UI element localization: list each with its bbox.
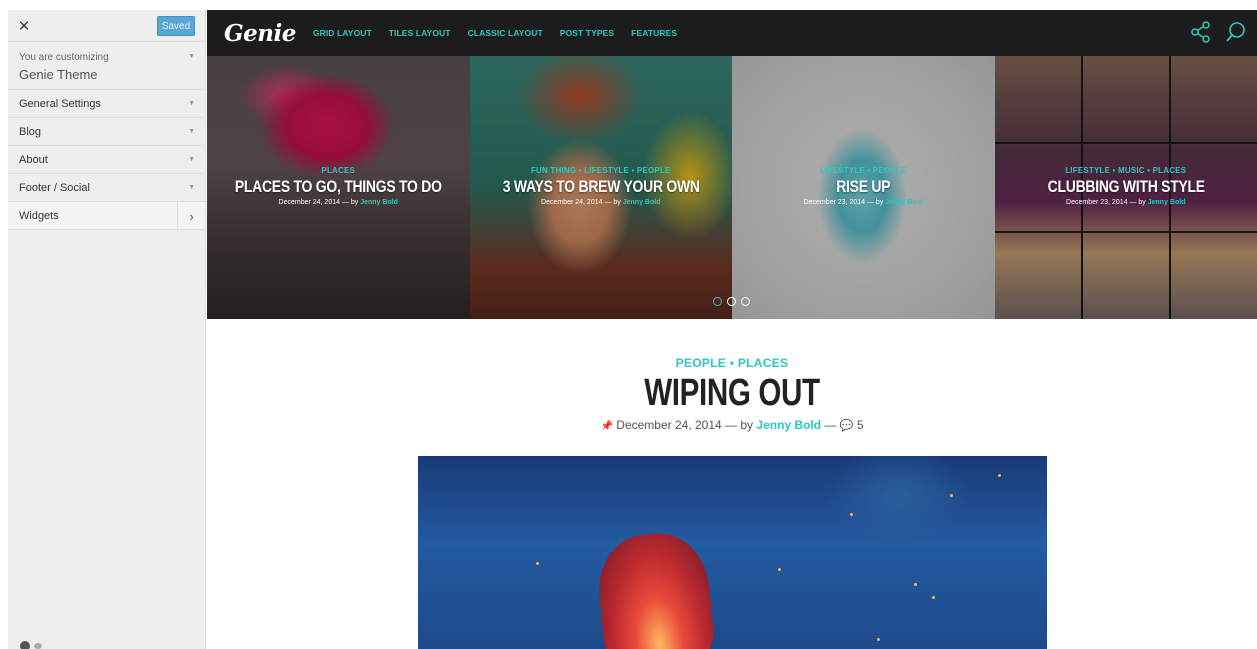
featured-slider[interactable]: PLACES PLACES TO GO, THINGS TO DO Decemb…: [207, 56, 1257, 319]
section-label: Widgets: [19, 209, 59, 222]
slide-category[interactable]: FUN THING • LIFESTYLE • PEOPLE: [470, 166, 733, 175]
site-logo[interactable]: Genie: [224, 20, 296, 47]
slide-category[interactable]: PLACES: [207, 166, 470, 175]
slider-dot[interactable]: [713, 297, 722, 306]
section-widgets[interactable]: Widgets ›: [8, 202, 205, 230]
lantern-shape: [593, 528, 717, 649]
section-label: Blog: [19, 125, 42, 138]
section-footer-social[interactable]: Footer / Social ▼: [8, 174, 205, 202]
customizing-info[interactable]: You are customizing Genie Theme ▼: [8, 42, 205, 90]
slide-item[interactable]: LIFESTYLE • MUSIC • PLACES CLUBBING WITH…: [994, 56, 1257, 319]
slide-date: December 23, 2014 — by: [1066, 199, 1146, 206]
slide-date: December 23, 2014 — by: [803, 199, 884, 206]
collapse-controls[interactable]: [20, 641, 42, 649]
header-icons: [1191, 21, 1247, 43]
customizing-label: You are customizing: [19, 52, 109, 63]
slide-title[interactable]: 3 WAYS TO BREW YOUR OWN: [493, 177, 708, 197]
slide-author[interactable]: Jenny Bold: [885, 199, 923, 206]
slide-author[interactable]: Jenny Bold: [1148, 199, 1186, 206]
section-about[interactable]: About ▼: [8, 146, 205, 174]
nav-post-types[interactable]: POST TYPES: [560, 28, 614, 38]
post-featured-image[interactable]: [418, 456, 1047, 649]
customizer-header: ✕ Saved: [8, 10, 205, 42]
share-icon[interactable]: [1191, 21, 1211, 43]
nav-grid-layout[interactable]: GRID LAYOUT: [313, 28, 372, 38]
slide-date: December 24, 2014 — by: [278, 199, 359, 206]
section-general-settings[interactable]: General Settings ▼: [8, 90, 205, 118]
pin-icon: 📌: [600, 421, 613, 432]
caret-down-icon: ▼: [188, 156, 195, 163]
saved-button[interactable]: Saved: [157, 16, 195, 36]
slide-item[interactable]: LIFESTYLE • PEOPLE RISE UP December 23, …: [732, 56, 995, 319]
slide-author[interactable]: Jenny Bold: [360, 199, 398, 206]
section-label: General Settings: [19, 97, 101, 110]
slide-meta: December 24, 2014 — by Jenny Bold: [207, 199, 470, 206]
nav-classic-layout[interactable]: CLASSIC LAYOUT: [468, 28, 543, 38]
slide-title[interactable]: CLUBBING WITH STYLE: [1018, 177, 1233, 197]
slide-author[interactable]: Jenny Bold: [623, 199, 661, 206]
slide-title[interactable]: RISE UP: [756, 177, 971, 197]
section-label: Footer / Social: [19, 181, 90, 194]
slide-meta: December 24, 2014 — by Jenny Bold: [470, 199, 733, 206]
slide-meta: December 23, 2014 — by Jenny Bold: [995, 199, 1257, 206]
slider-dot[interactable]: [741, 297, 750, 306]
slide-date: December 24, 2014 — by: [541, 199, 621, 206]
slide-meta: December 23, 2014 — by Jenny Bold: [732, 199, 995, 206]
comment-icon[interactable]: 💬: [840, 420, 854, 432]
nav-tiles-layout[interactable]: TILES LAYOUT: [389, 28, 451, 38]
caret-down-icon: ▼: [188, 128, 195, 135]
customizer-sidebar: ✕ Saved You are customizing Genie Theme …: [8, 10, 206, 649]
close-icon[interactable]: ✕: [8, 10, 40, 42]
slide-item[interactable]: PLACES PLACES TO GO, THINGS TO DO Decemb…: [207, 56, 470, 319]
nav-features[interactable]: FEATURES: [631, 28, 677, 38]
caret-down-icon: ▼: [188, 100, 195, 107]
section-label: About: [19, 153, 48, 166]
slide-category[interactable]: LIFESTYLE • MUSIC • PLACES: [995, 166, 1257, 175]
post-meta: 📌 December 24, 2014 — by Jenny Bold — 💬 …: [207, 418, 1257, 432]
caret-down-icon: ▼: [188, 53, 195, 60]
chevron-right-icon[interactable]: ›: [177, 202, 205, 230]
search-icon[interactable]: [1225, 21, 1247, 43]
section-blog[interactable]: Blog ▼: [8, 118, 205, 146]
post-date: December 24, 2014 — by: [616, 418, 754, 432]
slider-pagination: [713, 297, 750, 306]
slider-dot[interactable]: [727, 297, 736, 306]
post-title[interactable]: WIPING OUT: [323, 372, 1142, 415]
device-preview-icon[interactable]: [34, 643, 42, 649]
theme-name: Genie Theme: [19, 67, 98, 82]
post-author[interactable]: Jenny Bold: [756, 418, 821, 432]
slide-category[interactable]: LIFESTYLE • PEOPLE: [732, 166, 995, 175]
slide-title[interactable]: PLACES TO GO, THINGS TO DO: [231, 177, 446, 197]
meta-separator: —: [824, 418, 837, 432]
comment-count[interactable]: 5: [857, 418, 864, 432]
collapse-icon[interactable]: [20, 641, 30, 649]
caret-down-icon: ▼: [188, 184, 195, 191]
post-categories[interactable]: PEOPLE • PLACES: [207, 356, 1257, 370]
slide-item[interactable]: FUN THING • LIFESTYLE • PEOPLE 3 WAYS TO…: [469, 56, 733, 319]
site-header: Genie GRID LAYOUT TILES LAYOUT CLASSIC L…: [207, 10, 1257, 56]
